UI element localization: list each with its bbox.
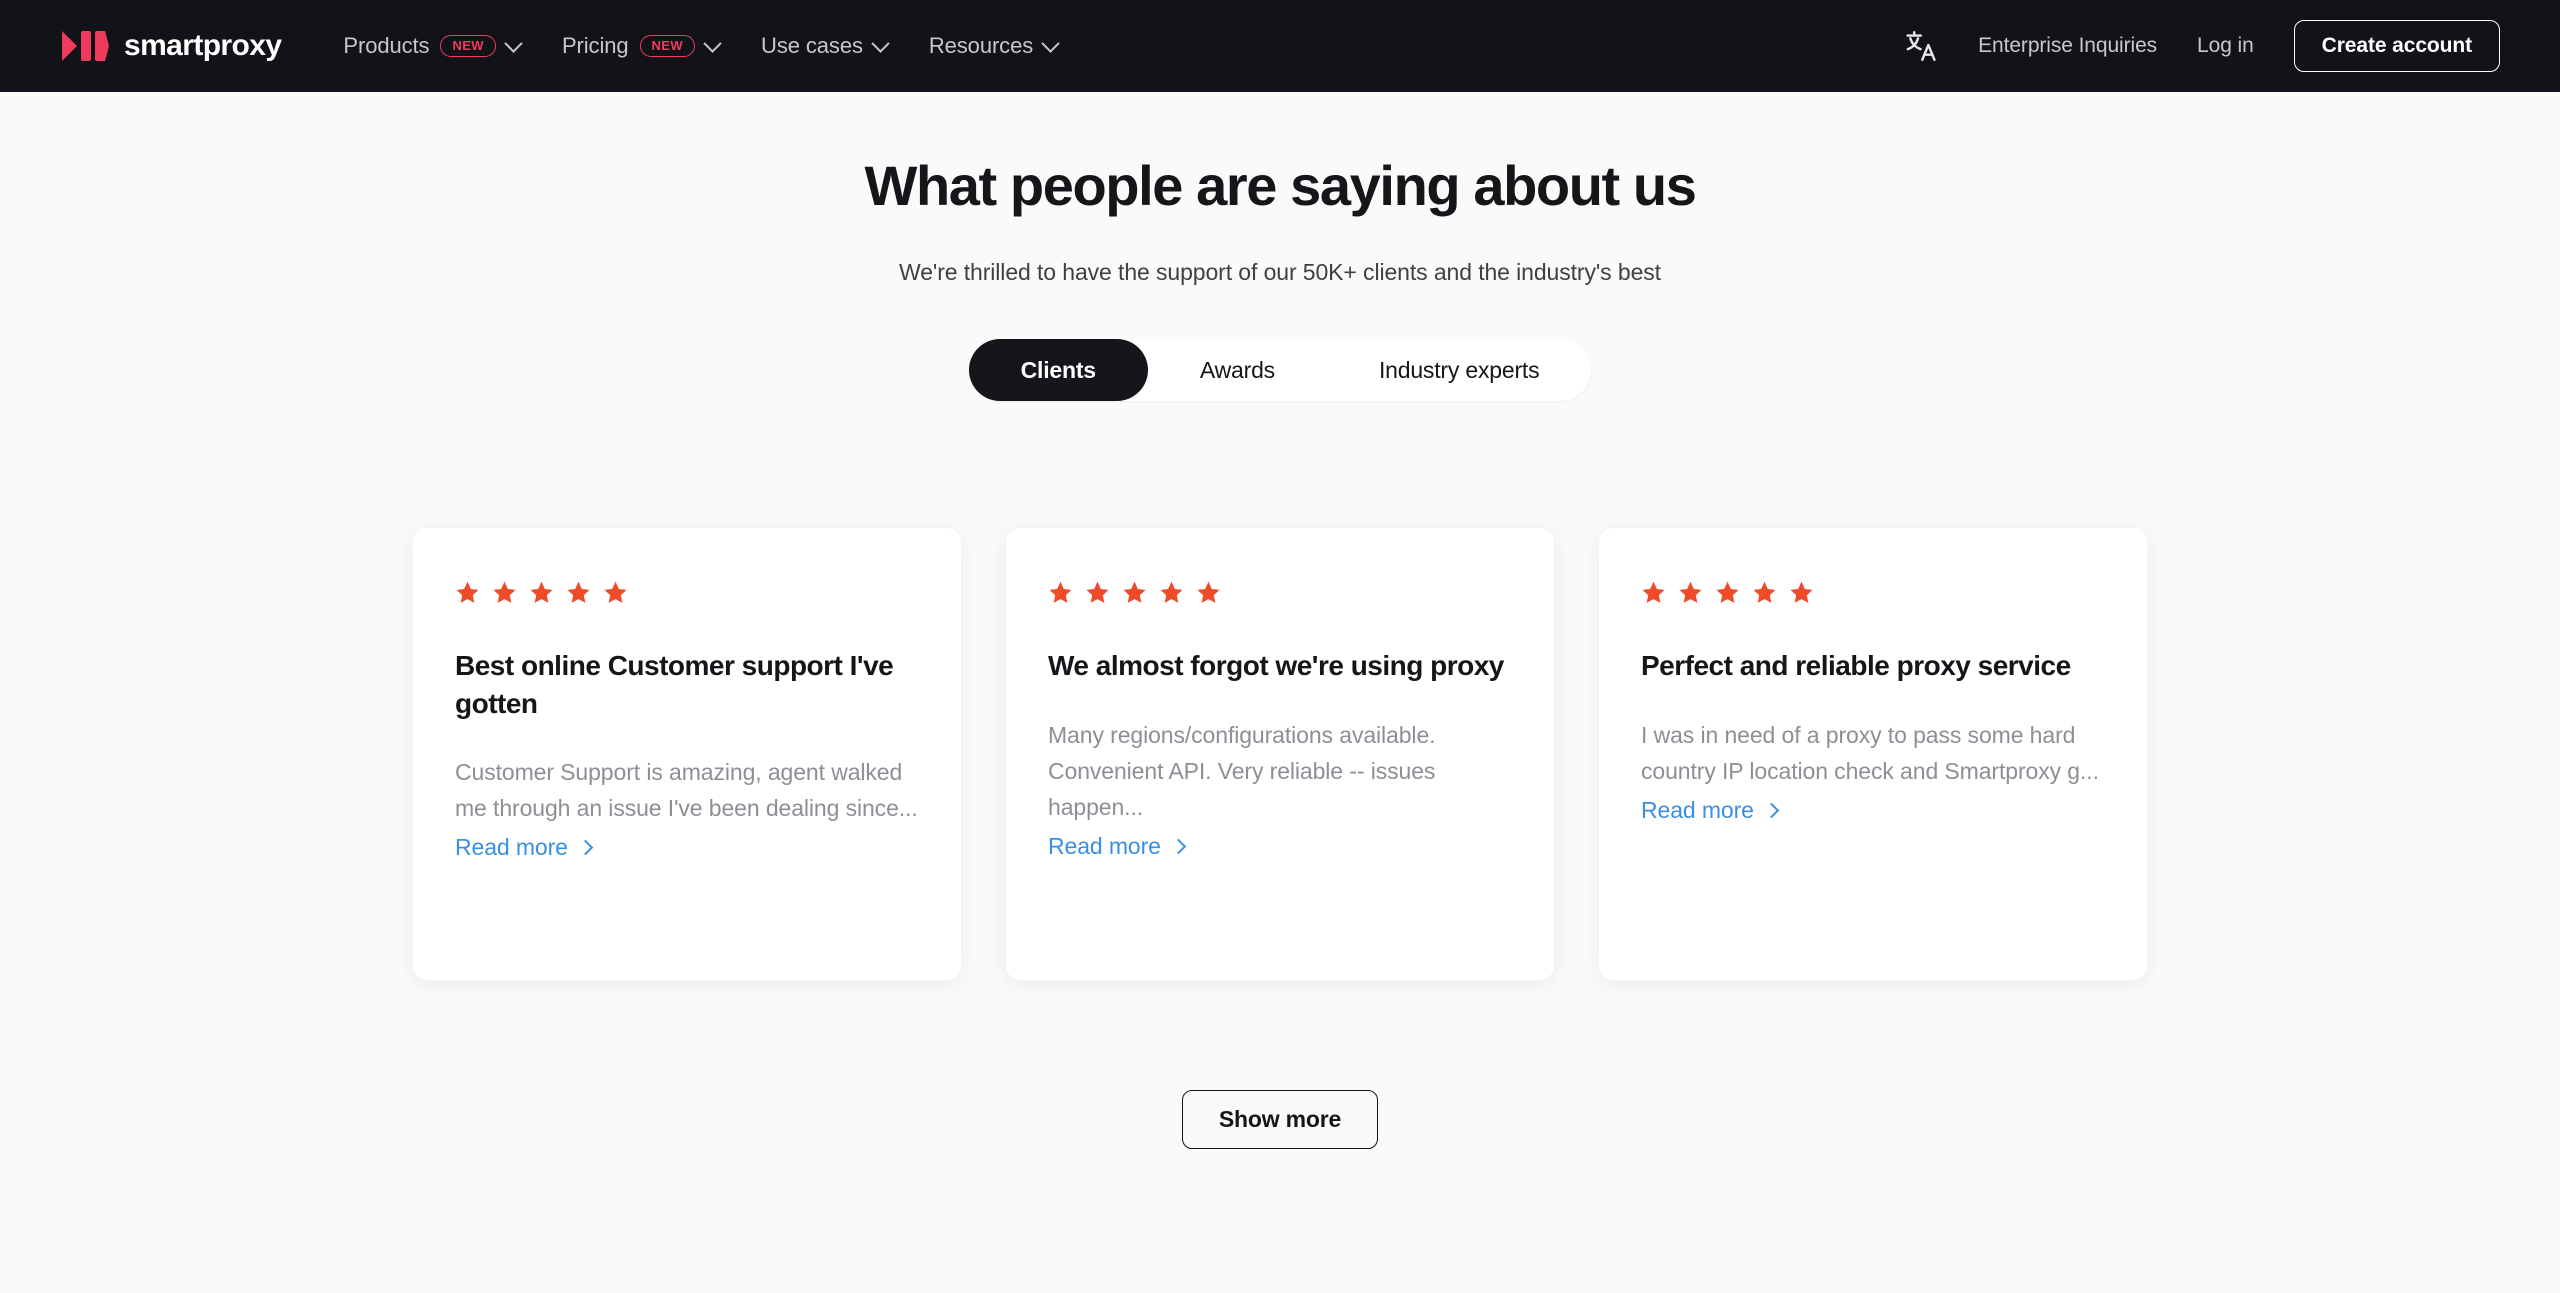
read-more-link[interactable]: Read more <box>455 834 594 861</box>
star-icon <box>1642 582 1665 604</box>
nav-item-label: Pricing <box>561 33 629 58</box>
chevron-down-icon <box>504 33 523 53</box>
logo-wordmark: smartproxy <box>124 29 282 62</box>
nav-item-label: Products <box>343 33 430 58</box>
tabs-container: Clients Awards Industry experts <box>0 339 2560 402</box>
testimonial-card-list: Best online Customer support I've gotten… <box>0 528 2560 981</box>
star-rating <box>1048 580 1512 605</box>
main-menu: Products NEW Pricing NEW Use cases Resou… <box>343 33 1099 59</box>
star-icon <box>456 582 479 604</box>
create-account-button[interactable]: Create account <box>2293 20 2500 72</box>
nav-item-pricing[interactable]: Pricing NEW <box>561 33 722 59</box>
testimonial-body: Customer Support is amazing, agent walke… <box>455 758 918 821</box>
chevron-down-icon <box>871 33 890 53</box>
star-icon <box>1716 582 1739 604</box>
read-more-link[interactable]: Read more <box>1641 796 1780 824</box>
page-title: What people are saying about us <box>864 154 1697 217</box>
testimonials-section: What people are saying about us We're th… <box>0 92 2560 1150</box>
show-more-button[interactable]: Show more <box>1181 1090 1379 1150</box>
smartproxy-logo-icon <box>62 31 109 61</box>
chevron-right-icon <box>1170 838 1187 855</box>
read-more-label: Read more <box>1048 832 1161 859</box>
new-badge: NEW <box>639 35 696 57</box>
tab-clients[interactable]: Clients <box>968 339 1148 402</box>
star-icon <box>1753 582 1776 604</box>
enterprise-inquiries-link[interactable]: Enterprise Inquiries <box>1978 34 2157 58</box>
star-icon <box>604 582 627 604</box>
testimonial-body: Many regions/configurations available. C… <box>1048 721 1436 820</box>
new-badge: NEW <box>440 35 496 57</box>
login-link[interactable]: Log in <box>2197 34 2254 58</box>
nav-item-use-cases[interactable]: Use cases <box>761 33 890 59</box>
star-icon <box>567 582 590 604</box>
chevron-down-icon <box>703 33 722 53</box>
testimonial-card: Perfect and reliable proxy service I was… <box>1599 528 2147 981</box>
chevron-right-icon <box>1763 802 1780 819</box>
testimonial-title: Perfect and reliable proxy service <box>1641 650 2071 682</box>
star-icon <box>1197 582 1220 604</box>
show-more-container: Show more <box>0 1090 2560 1150</box>
smartproxy-logo[interactable]: smartproxy <box>62 29 282 63</box>
nav-item-resources[interactable]: Resources <box>928 33 1060 59</box>
read-more-label: Read more <box>455 834 568 861</box>
star-icon <box>493 582 516 604</box>
testimonial-title: We almost forgot we're using proxy <box>1048 650 1504 682</box>
nav-item-label: Use cases <box>761 33 863 58</box>
testimonial-body: I was in need of a proxy to pass some ha… <box>1641 721 2099 784</box>
top-navigation-bar: smartproxy Products NEW Pricing NEW Use … <box>0 0 2560 92</box>
nav-left-group: smartproxy Products NEW Pricing NEW Use … <box>62 29 1099 63</box>
page-subtitle: We're thrilled to have the support of ou… <box>899 259 1661 286</box>
star-icon <box>1086 582 1109 604</box>
testimonial-card: Best online Customer support I've gotten… <box>413 528 961 981</box>
star-icon <box>1123 582 1146 604</box>
star-icon <box>1790 582 1813 604</box>
star-rating <box>1641 580 2105 605</box>
testimonial-title: Best online Customer support I've gotten <box>455 650 894 719</box>
star-icon <box>530 582 553 604</box>
nav-item-products[interactable]: Products NEW <box>343 33 523 59</box>
testimonial-card: We almost forgot we're using proxy Many … <box>1006 528 1554 981</box>
nav-item-label: Resources <box>928 33 1034 58</box>
read-more-link[interactable]: Read more <box>1048 832 1187 860</box>
tab-industry-experts[interactable]: Industry experts <box>1327 339 1591 401</box>
nav-right-group: Enterprise Inquiries Log in Create accou… <box>1904 20 2500 72</box>
star-icon <box>1160 582 1183 604</box>
star-icon <box>1679 582 1702 604</box>
chevron-down-icon <box>1041 33 1060 53</box>
read-more-label: Read more <box>1641 796 1754 823</box>
tab-awards[interactable]: Awards <box>1148 339 1327 401</box>
star-rating <box>455 580 919 605</box>
star-icon <box>1049 582 1072 604</box>
translate-icon[interactable] <box>1904 29 1938 63</box>
tab-group: Clients Awards Industry experts <box>968 339 1592 402</box>
chevron-right-icon <box>577 839 594 856</box>
